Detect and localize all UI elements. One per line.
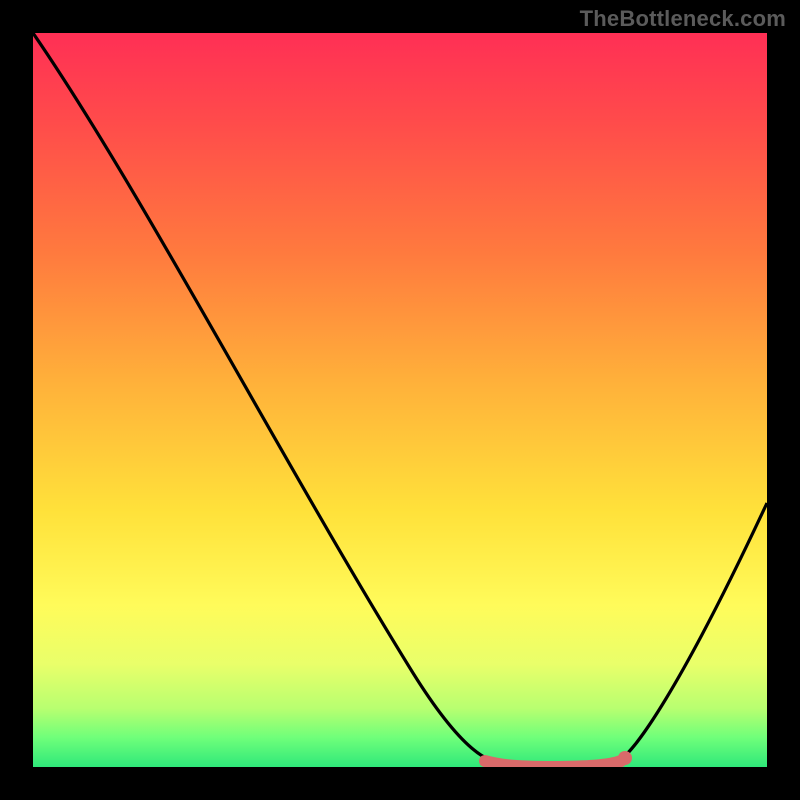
flat-region [485, 761, 621, 767]
plot-area [33, 33, 767, 767]
chart-frame: TheBottleneck.com [0, 0, 800, 800]
curve-path [33, 33, 767, 766]
bottleneck-curve [33, 33, 767, 767]
watermark-text: TheBottleneck.com [580, 6, 786, 32]
marker-dot [618, 751, 632, 765]
